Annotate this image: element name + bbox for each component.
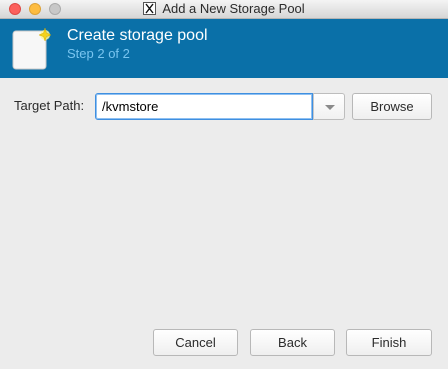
browse-button[interactable]: Browse — [352, 93, 432, 120]
target-path-combo[interactable] — [95, 93, 345, 120]
target-path-input[interactable] — [95, 93, 313, 120]
window-title-area: Add a New Storage Pool — [0, 0, 448, 18]
back-button[interactable]: Back — [250, 329, 335, 356]
title-bar[interactable]: Add a New Storage Pool — [0, 0, 448, 19]
target-path-label: Target Path: — [14, 98, 85, 113]
wizard-step-indicator: Step 2 of 2 — [67, 46, 130, 61]
chevron-down-icon — [325, 105, 335, 110]
target-path-dropdown-button[interactable] — [313, 93, 345, 120]
finish-button[interactable]: Finish — [346, 329, 432, 356]
cancel-button[interactable]: Cancel — [153, 329, 238, 356]
wizard-title: Create storage pool — [67, 27, 208, 44]
dialog-window: Add a New Storage Pool Create storage po… — [0, 0, 448, 369]
x11-icon — [143, 2, 157, 15]
wizard-header: Create storage pool Step 2 of 2 — [0, 19, 448, 78]
wizard-body: Target Path: Browse Cancel Back Finish — [0, 78, 448, 369]
new-document-icon — [12, 28, 52, 70]
window-title: Add a New Storage Pool — [162, 1, 305, 16]
